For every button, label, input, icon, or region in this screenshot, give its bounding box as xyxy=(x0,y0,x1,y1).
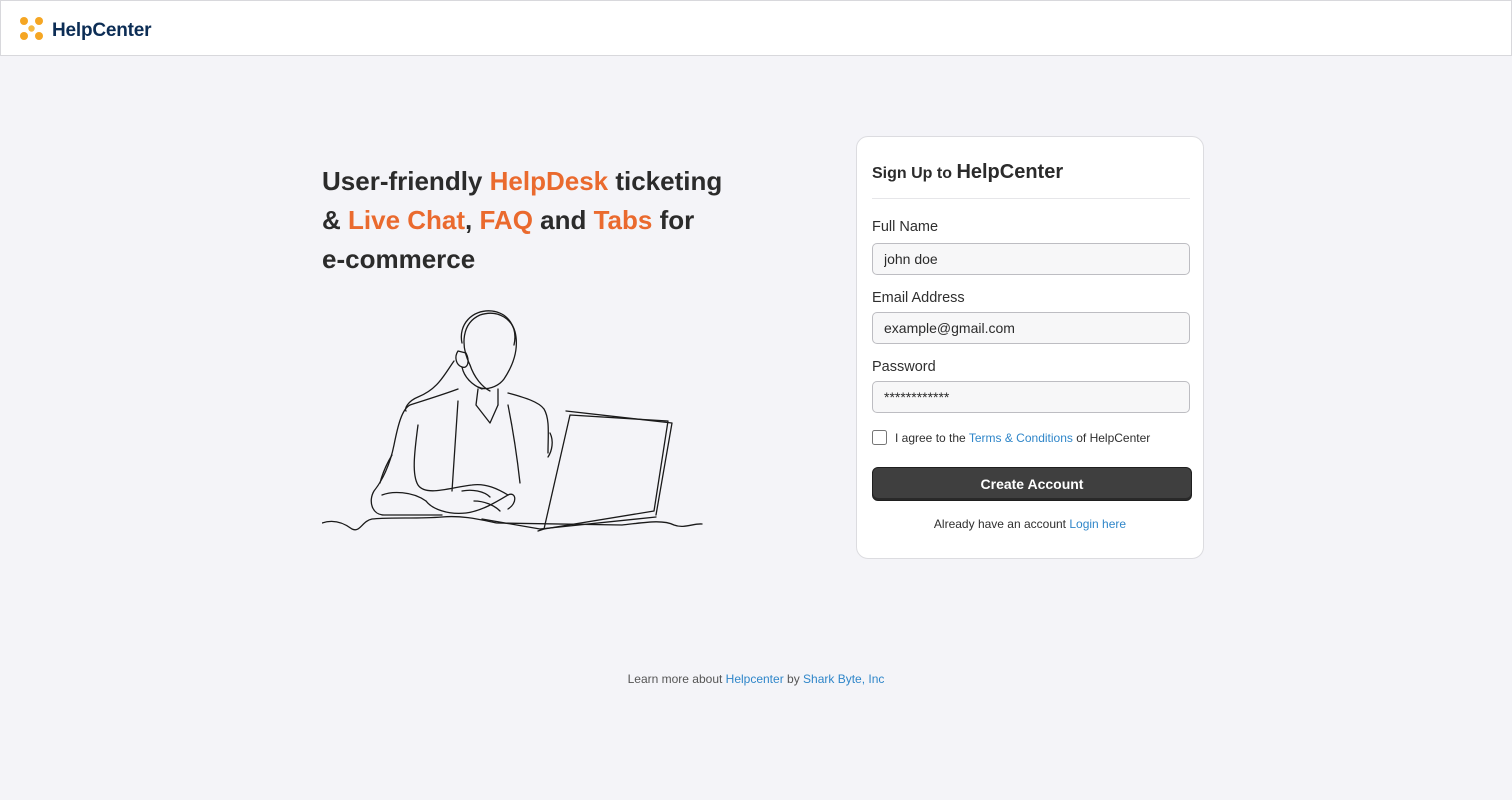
password-input[interactable] xyxy=(872,381,1190,413)
signup-title: Sign Up to HelpCenter xyxy=(872,157,1063,185)
login-prompt-row: Already have an account Login here xyxy=(857,517,1203,531)
signup-title-brand: HelpCenter xyxy=(956,161,1064,183)
hero-text: for xyxy=(652,205,695,235)
hero-text: and xyxy=(532,205,594,235)
brand-logo-link[interactable]: HelpCenter xyxy=(19,16,152,46)
signup-card: Sign Up to HelpCenter Full Name Email Ad… xyxy=(856,136,1204,559)
footer-helpcenter-link[interactable]: Helpcenter xyxy=(726,672,784,686)
terms-text: I agree to the Terms & Conditions of Hel… xyxy=(895,431,1150,445)
terms-checkbox[interactable] xyxy=(872,430,887,445)
card-divider xyxy=(872,198,1190,199)
full-name-label: Full Name xyxy=(872,219,939,235)
login-link[interactable]: Login here xyxy=(1069,517,1126,531)
email-input[interactable] xyxy=(872,312,1190,344)
hero-section: User-friendly HelpDesk ticketing & Live … xyxy=(322,162,742,279)
hero-headline: User-friendly HelpDesk ticketing & Live … xyxy=(322,162,742,279)
hero-text: User-friendly xyxy=(322,166,490,196)
brand-name: HelpCenter xyxy=(52,20,152,41)
hero-text: , xyxy=(465,205,480,235)
footer-text: by xyxy=(783,672,804,686)
password-label: Password xyxy=(872,359,936,375)
hero-text: e-commerce xyxy=(322,244,476,274)
helpcenter-logo-icon xyxy=(19,16,44,46)
email-label: Email Address xyxy=(872,290,965,306)
hero-text: & xyxy=(322,205,348,235)
hero-accent-live-chat: Live Chat xyxy=(348,205,466,235)
top-navbar: HelpCenter xyxy=(0,0,1512,56)
terms-suffix: of HelpCenter xyxy=(1072,430,1151,445)
hero-text: ticketing xyxy=(608,166,723,196)
hero-accent-helpdesk: HelpDesk xyxy=(489,166,609,196)
footer-sharkbyte-link[interactable]: Shark Byte, Inc xyxy=(803,672,884,686)
signup-title-prefix: Sign Up to xyxy=(872,165,957,182)
footer-text: Learn more about xyxy=(627,672,726,686)
full-name-input[interactable] xyxy=(872,243,1190,275)
terms-agreement-row: I agree to the Terms & Conditions of Hel… xyxy=(872,430,1150,445)
create-account-button[interactable]: Create Account xyxy=(872,467,1192,501)
hero-accent-faq: FAQ xyxy=(479,205,533,235)
page-footer: Learn more about Helpcenter by Shark Byt… xyxy=(0,672,1512,686)
hero-accent-tabs: Tabs xyxy=(593,205,653,235)
terms-prefix: I agree to the xyxy=(895,430,969,445)
support-agent-laptop-illustration xyxy=(321,305,707,542)
terms-link[interactable]: Terms & Conditions xyxy=(969,431,1073,445)
login-prompt-text: Already have an account xyxy=(933,517,1070,531)
